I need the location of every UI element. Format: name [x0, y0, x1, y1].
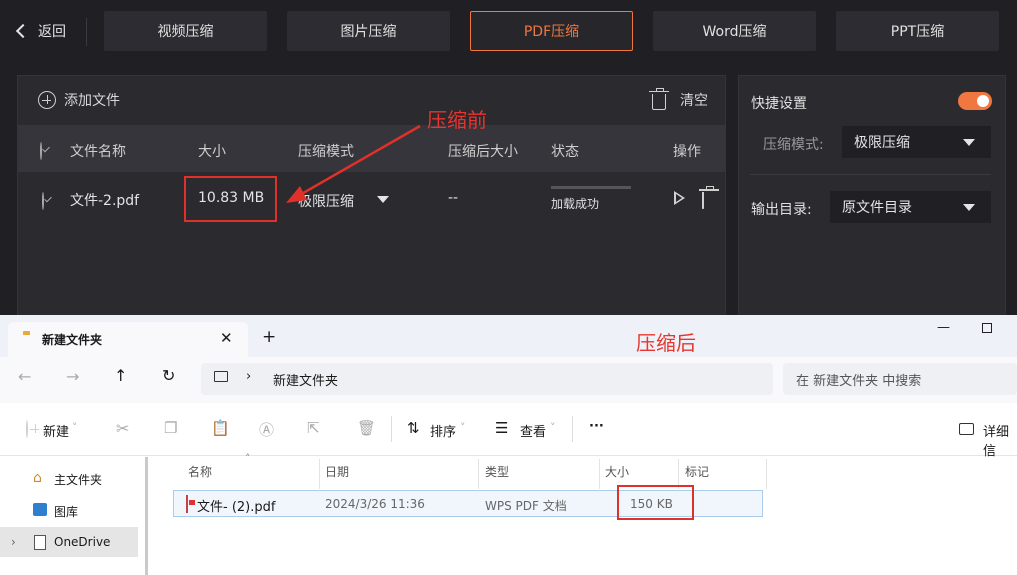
nav-home[interactable]: 主文件夹	[54, 471, 102, 488]
search-placeholder: 在 新建文件夹 中搜索	[796, 374, 922, 389]
sort-button[interactable]: 排序	[430, 421, 456, 440]
view-button[interactable]: 查看	[520, 421, 546, 440]
gallery-icon	[33, 503, 47, 516]
maximize-icon[interactable]	[982, 323, 992, 333]
col-date[interactable]: 日期	[325, 463, 349, 480]
nav-scrollbar[interactable]	[145, 457, 148, 575]
file-name: 文件- (2).pdf	[197, 500, 276, 515]
new-button[interactable]: 新建	[43, 421, 69, 440]
column-separator	[599, 459, 600, 489]
document-icon	[34, 535, 46, 550]
copy-icon[interactable]: ❐	[164, 419, 177, 437]
pdf-file-icon	[186, 495, 188, 513]
breadcrumb-path[interactable]: 新建文件夹	[273, 370, 338, 389]
minimize-icon[interactable]: —	[937, 320, 950, 335]
refresh-icon[interactable]: ↻	[162, 366, 175, 385]
sort-chevron-icon[interactable]: ˅	[460, 421, 466, 434]
close-tab-icon[interactable]: ✕	[220, 329, 233, 347]
new-icon[interactable]	[26, 420, 28, 438]
explorer-toolbar	[0, 403, 1017, 456]
expand-chevron-icon[interactable]: ›	[11, 535, 16, 549]
delete-icon[interactable]: 🗑	[357, 419, 376, 437]
paste-icon[interactable]: 📋	[211, 419, 230, 437]
column-separator	[766, 459, 767, 489]
col-type[interactable]: 类型	[485, 463, 509, 480]
toolbar-divider	[391, 416, 392, 442]
details-pane-icon[interactable]	[959, 423, 974, 435]
col-filesize[interactable]: 大小	[605, 463, 629, 480]
details-button[interactable]: 详细信	[983, 421, 1017, 459]
home-icon: ⌂	[33, 470, 42, 486]
sort-icon[interactable]: ⇅	[407, 419, 420, 437]
sort-indicator-icon: ˄	[245, 452, 251, 465]
col-tags[interactable]: 标记	[685, 463, 709, 480]
up-arrow-icon[interactable]: ↑	[114, 366, 127, 385]
toolbar-divider	[572, 416, 573, 442]
col-name[interactable]: 名称	[188, 463, 212, 480]
filesize-highlight-box	[617, 485, 694, 520]
new-tab-icon[interactable]: +	[262, 327, 276, 347]
back-arrow-icon[interactable]: ←	[18, 367, 31, 386]
monitor-icon	[214, 371, 228, 382]
file-type: WPS PDF 文档	[485, 499, 567, 513]
explorer-tab-title: 新建文件夹	[42, 333, 103, 347]
cut-icon[interactable]: ✂	[116, 419, 129, 438]
more-icon[interactable]: ···	[589, 419, 604, 434]
column-separator	[478, 459, 479, 489]
view-chevron-icon[interactable]: ˅	[550, 421, 556, 434]
rename-icon[interactable]: Ⓐ	[259, 419, 274, 440]
view-icon[interactable]: ☰	[495, 419, 508, 437]
column-separator	[319, 459, 320, 489]
annotation-after: 压缩后	[636, 331, 696, 355]
forward-arrow-icon[interactable]: →	[66, 367, 79, 386]
breadcrumb-chevron-icon: ›	[246, 369, 252, 384]
nav-onedrive: OneDrive	[54, 535, 111, 549]
share-icon[interactable]: ⇱	[307, 419, 320, 437]
file-date: 2024/3/26 11:36	[325, 497, 425, 511]
new-chevron-icon[interactable]: ˅	[72, 421, 78, 434]
nav-gallery[interactable]: 图库	[54, 503, 78, 520]
